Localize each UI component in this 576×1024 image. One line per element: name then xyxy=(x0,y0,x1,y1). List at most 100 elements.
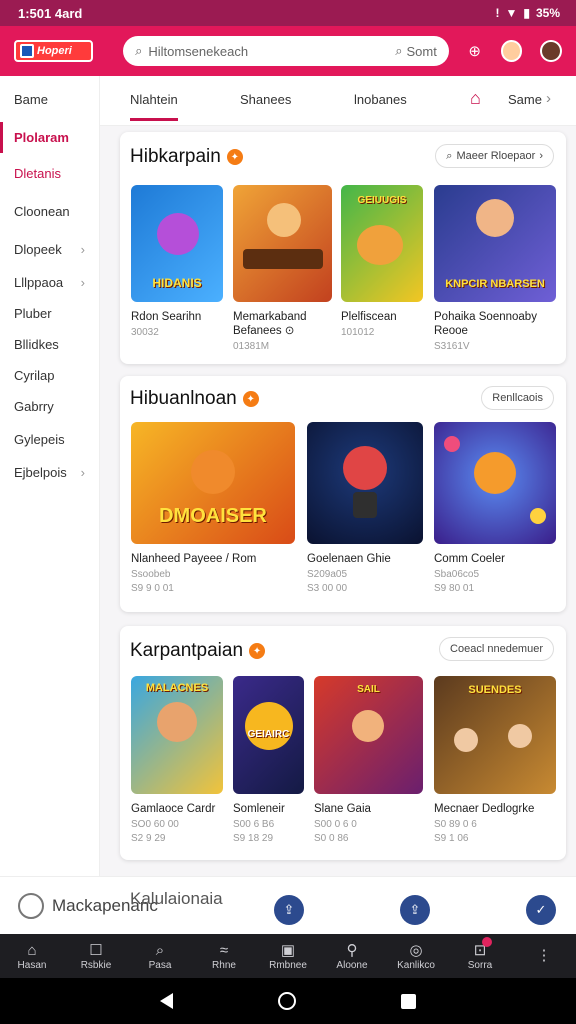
sidebar-item-label: Dletanis xyxy=(14,166,61,181)
location-pin-icon: ⚲ xyxy=(346,941,358,959)
game-meta: S9 9 0 01 xyxy=(131,583,174,594)
nav-item-rmbnee[interactable]: ▣ Rmbnee xyxy=(256,934,320,978)
system-nav-bar xyxy=(0,978,576,1024)
search-placeholder: Hiltomsenekeach xyxy=(148,43,249,59)
avatar[interactable] xyxy=(500,40,523,62)
game-thumbnail: MALACNES xyxy=(131,676,223,794)
tab-same[interactable]: Same xyxy=(508,92,542,107)
back-icon[interactable] xyxy=(160,993,173,1009)
status-time: 1:501 4ard xyxy=(18,5,83,21)
game-card[interactable]: Memarkaband Befanees ⊙ 01381M xyxy=(233,185,332,352)
game-title: Somleneir xyxy=(233,803,285,815)
game-meta: Sba06co5 xyxy=(434,569,480,580)
game-card[interactable]: Comm Coeler Sba06co5 S9 80 01 xyxy=(434,422,556,594)
top-tabs: Nlahtein Shanees lnobanes ⌂ Same › xyxy=(100,76,576,126)
game-card[interactable]: MALACNES Gamlaoce Cardr SO0 60 00 S2 9 2… xyxy=(131,676,223,844)
game-card[interactable]: HIDANIS Rdon Searihn 30032 xyxy=(131,185,223,338)
search-button-label: Somt xyxy=(406,43,437,59)
upload-icon[interactable]: ⇪ xyxy=(400,895,430,925)
game-art-shape xyxy=(530,508,546,524)
sidebar-item-gylepeis[interactable]: Gylepeis xyxy=(0,424,99,455)
nav-item-rsbkie[interactable]: ☐ Rsbkie xyxy=(64,934,128,978)
app-logo[interactable]: Hoperi xyxy=(14,40,94,62)
sidebar-item-plolaram[interactable]: Plolaram xyxy=(0,122,99,153)
nav-item-aloone[interactable]: ⚲ Aloone xyxy=(320,934,384,978)
game-art-text: GEIUUGIS xyxy=(357,195,407,206)
tab-shanees[interactable]: Shanees xyxy=(240,92,291,107)
sidebar-item-ejbelpois[interactable]: Ejbelpois › xyxy=(0,457,99,488)
sidebar-item-label: Cloonean xyxy=(14,204,70,219)
nav-label: Rhne xyxy=(212,959,236,971)
bookmark-icon[interactable]: ⌂ xyxy=(470,88,481,109)
search-button[interactable]: ⌕ Somt xyxy=(395,43,437,59)
sidebar-item-bllidkes[interactable]: Bllidkes xyxy=(0,329,99,360)
sidebar-item-label: Gabrry xyxy=(14,399,54,414)
sidebar-item-label: Pluber xyxy=(14,306,52,321)
sidebar-item-pluber[interactable]: Pluber xyxy=(0,298,99,329)
chevron-right-icon: › xyxy=(539,150,543,162)
section-action-button[interactable]: Renllcaois xyxy=(481,386,554,410)
nav-item-pasa[interactable]: ⌕ Pasa xyxy=(128,934,192,978)
nav-item-sorra[interactable]: ⊡ Sorra xyxy=(448,934,512,978)
nav-item-hasan[interactable]: ⌂ Hasan xyxy=(0,934,64,978)
game-meta: 30032 xyxy=(131,327,159,338)
check-icon[interactable]: ✓ xyxy=(526,895,556,925)
game-card[interactable]: DMOAISER Nlanheed Payeee / Rom Ssoobeb S… xyxy=(131,422,295,594)
sidebar-item-label: Bame xyxy=(14,92,48,107)
section-hibkarpain: Hibkarpain ✦ ⌕ Maeer Rloepaor › HIDANIS … xyxy=(120,132,566,364)
game-card[interactable]: KNPCIR NBARSEN Pohaika Soennoaby Reooe S… xyxy=(434,185,556,352)
section-action-button[interactable]: ⌕ Maeer Rloepaor › xyxy=(435,144,554,168)
search-input[interactable]: ⌕ Hiltomsenekeach ⌕ Somt xyxy=(123,36,449,66)
game-title: Mecnaer Dedlogrke xyxy=(434,803,535,815)
game-art-shape xyxy=(157,213,199,255)
tab-nlahtein[interactable]: Nlahtein xyxy=(130,92,178,121)
sidebar-item-label: Lllppaoa xyxy=(14,275,64,290)
game-card[interactable]: SUENDES Mecnaer Dedlogrke S0 89 0 6 S9 1… xyxy=(434,676,556,844)
tab-lnobanes[interactable]: lnobanes xyxy=(354,92,407,107)
game-title: Rdon Searihn xyxy=(131,311,202,323)
nav-item-rhne[interactable]: ≈ Rhne xyxy=(192,934,256,978)
profile-avatar[interactable] xyxy=(540,40,562,62)
notification-dot xyxy=(482,937,492,947)
game-title: Memarkaband Befanees ⊙ xyxy=(233,311,307,337)
section-action-label: Maeer Rloepaor xyxy=(456,150,536,162)
sidebar-item-lllppaoa[interactable]: Lllppaoa › xyxy=(0,267,99,298)
sidebar-item-dletanis[interactable]: Dletanis xyxy=(0,158,99,189)
home-circle-icon[interactable] xyxy=(278,992,296,1010)
game-title: Pohaika Soennoaby Reooe xyxy=(434,311,537,337)
alert-icon: ! xyxy=(495,6,500,20)
game-card[interactable]: Goelenaen Ghie S209a05 S3 00 00 xyxy=(307,422,423,594)
chevron-right-icon[interactable]: › xyxy=(546,90,551,107)
nav-item-more[interactable]: ⋮ xyxy=(512,934,576,978)
sidebar-item-cloonean[interactable]: Cloonean xyxy=(0,196,99,227)
sidebar-item-gabrry[interactable]: Gabrry xyxy=(0,391,99,422)
nav-item-kanlikco[interactable]: ◎ Kanlikco xyxy=(384,934,448,978)
section-karpantpaian: Karpantpaian ✦ Coeacl nnedemuer MALACNES… xyxy=(120,626,566,860)
game-title: Comm Coeler xyxy=(434,553,505,565)
sidebar-item-bame[interactable]: Bame xyxy=(0,84,99,115)
game-card[interactable]: SAIL Slane Gaia S00 0 6 0 S0 0 86 xyxy=(314,676,423,844)
logo-text: Hoperi xyxy=(37,45,72,57)
sidebar-item-cyrilap[interactable]: Cyrilap xyxy=(0,360,99,391)
share-icon[interactable]: ⇪ xyxy=(274,895,304,925)
sidebar-item-label: Bllidkes xyxy=(14,337,59,352)
sidebar-item-dlopeek[interactable]: Dlopeek › xyxy=(0,234,99,265)
location-icon[interactable]: ⊕ xyxy=(463,39,487,63)
game-card[interactable]: GEIAIRC Somleneir S00 6 B6 S9 18 29 xyxy=(233,676,304,844)
game-art-text: GEIAIRC xyxy=(247,729,290,740)
game-art-shape xyxy=(267,203,301,237)
game-card[interactable]: GEIUUGIS Plelfiscean 101012 xyxy=(341,185,423,338)
nav-label: Rsbkie xyxy=(80,959,112,971)
compass-icon xyxy=(18,893,44,919)
game-meta: S209a05 xyxy=(307,569,348,580)
section-title: Hibkarpain ✦ xyxy=(130,146,243,168)
shuffle-icon: ≈ xyxy=(219,941,229,959)
game-meta: 101012 xyxy=(341,327,375,338)
section-action-button[interactable]: Coeacl nnedemuer xyxy=(439,637,554,661)
game-title: Nlanheed Payeee / Rom xyxy=(131,553,257,565)
partial-section-title: Kalulaionaia xyxy=(130,889,223,908)
search-button-icon: ⌕ xyxy=(395,43,403,58)
recents-icon[interactable] xyxy=(401,993,416,1009)
game-art-text: SAIL xyxy=(357,684,380,695)
game-art-text: KNPCIR NBARSEN xyxy=(445,278,545,290)
